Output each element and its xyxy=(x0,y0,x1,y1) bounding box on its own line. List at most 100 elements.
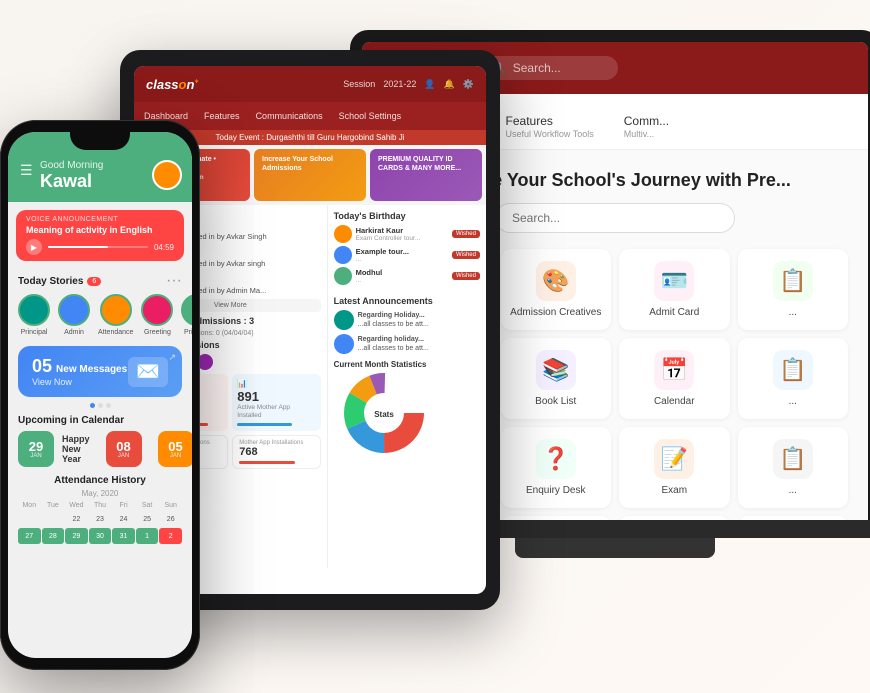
year-label: 2021-22 xyxy=(383,79,416,89)
feature-book-list[interactable]: 📚 Book List xyxy=(501,338,612,419)
stories-more[interactable]: ··· xyxy=(166,273,182,289)
birthday-name-3: Modhul xyxy=(356,268,448,277)
story-av-4 xyxy=(141,294,173,326)
birthday-name-1: Harkirat Kaur xyxy=(356,226,448,235)
exam-icon: 📝 xyxy=(654,439,694,479)
feature-admit-card[interactable]: 🪪 Admit Card xyxy=(619,249,730,330)
wish-btn-2[interactable]: Wished xyxy=(452,251,480,259)
announce-text-2: Regarding holiday... ...all classes to b… xyxy=(358,335,429,353)
event-badge-2: 08 Jan xyxy=(106,431,142,467)
tab-nav-features[interactable]: Features xyxy=(204,111,240,121)
banner-2-inner: Increase Your School Admissions xyxy=(254,149,366,179)
feature-admission[interactable]: 🎨 Admission Creatives xyxy=(501,249,612,330)
wish-btn-3[interactable]: Wished xyxy=(452,272,480,280)
nav-comm[interactable]: Comm... Multiv... xyxy=(624,106,669,149)
story-1[interactable]: Principal xyxy=(18,294,50,336)
cell-26: 26 xyxy=(159,511,182,527)
announcements-title: Latest Announcements xyxy=(334,296,480,306)
announce-title-2: Regarding holiday... xyxy=(358,335,429,344)
feature-datesheet[interactable]: 📊 Datesheet xyxy=(501,516,612,520)
svg-text:Stats: Stats xyxy=(374,410,394,419)
cell-2: 2 xyxy=(159,528,182,544)
birthday-av-3 xyxy=(334,267,352,285)
messages-card[interactable]: 05 New Messages View Now ✉️ ↗ xyxy=(18,346,182,397)
feature-enquiry[interactable]: ❓ Enquiry Desk xyxy=(501,427,612,508)
story-av-1 xyxy=(18,294,50,326)
stat-label-2: Active Mother App Installed xyxy=(237,404,315,420)
nav-features[interactable]: Features Useful Workflow Tools xyxy=(506,106,594,149)
birthday-info-3: Modhul ... xyxy=(356,268,448,284)
cell-30: 30 xyxy=(89,528,112,544)
messages-count: 05 xyxy=(32,356,52,377)
ann-label: Voice Announcement xyxy=(26,216,174,223)
progress-fill xyxy=(48,246,108,248)
book-list-label: Book List xyxy=(509,396,604,407)
cell-31: 31 xyxy=(112,528,135,544)
story-5[interactable]: Principal xyxy=(181,294,192,336)
day-fri: Fri xyxy=(112,502,135,509)
tablet-header-right: Session 2021-22 👤 🔔 ⚙️ xyxy=(343,79,474,90)
feature-gallery[interactable]: 🖼️ Gallery xyxy=(619,516,730,520)
stories-badge: 6 xyxy=(87,277,101,286)
wish-btn-1[interactable]: Wished xyxy=(452,230,480,238)
story-3[interactable]: Attendance xyxy=(98,294,133,336)
calendar-label: Calendar xyxy=(627,396,722,407)
event-name-1: Happy New Year xyxy=(62,434,90,464)
event-badge-1: 29 Jan xyxy=(18,431,54,467)
upcoming-title: Upcoming in Calendar xyxy=(18,415,182,426)
messages-label: New Messages xyxy=(56,364,127,375)
menu-icon[interactable]: ☰ xyxy=(20,162,33,179)
features-search-input[interactable] xyxy=(495,203,735,233)
birthday-title: Today's Birthday xyxy=(334,211,480,221)
tab-nav-settings[interactable]: School Settings xyxy=(339,111,402,121)
birthday-item-2: Example tour... ... Wished xyxy=(334,246,480,264)
bell-icon[interactable]: 🔔 xyxy=(444,79,455,90)
birthday-item-1: Harkirat Kaur Exam Controller tour... Wi… xyxy=(334,225,480,243)
phone-screen: ☰ Good Morning Kawal Voice Announcement … xyxy=(8,132,192,658)
extra1-label: ... xyxy=(746,307,841,318)
user-icon: 👤 xyxy=(424,79,435,90)
announce-title-1: Regarding Holiday... xyxy=(358,311,429,320)
day-wed: Wed xyxy=(65,502,88,509)
cell-1: 1 xyxy=(136,528,159,544)
spacer xyxy=(334,288,480,296)
pie-chart-title: Current Month Statistics xyxy=(334,360,480,369)
day-sun: Sun xyxy=(159,502,182,509)
banner-3-inner: PREMIUM QUALITY ID CARDS & MANY MORE... xyxy=(370,149,482,179)
feature-calendar[interactable]: 📅 Calendar xyxy=(619,338,730,419)
cell-27: 27 xyxy=(18,528,41,544)
arrow-icon: ↗ xyxy=(168,352,176,363)
birthday-role-3: ... xyxy=(356,277,448,284)
birthday-av-1 xyxy=(334,225,352,243)
book-list-icon: 📚 xyxy=(536,350,576,390)
feature-extra1[interactable]: 📋 ... xyxy=(738,249,849,330)
banner-3-title: PREMIUM QUALITY ID CARDS & MANY MORE... xyxy=(378,155,474,173)
event-month-3: Jan xyxy=(170,453,181,459)
tab-nav-communications[interactable]: Communications xyxy=(256,111,323,121)
story-2[interactable]: Admin xyxy=(58,294,90,336)
cell-empty-2 xyxy=(42,511,65,527)
story-4[interactable]: Greeting xyxy=(141,294,173,336)
phone-avatar[interactable] xyxy=(152,160,182,190)
birthday-item-3: Modhul ... Wished xyxy=(334,267,480,285)
today-stories-section: Today Stories 6 ··· Principal Admin xyxy=(8,269,192,340)
story-av-3 xyxy=(100,294,132,326)
extra3-icon: 📋 xyxy=(773,439,813,479)
feature-extra2[interactable]: 📋 ... xyxy=(738,338,849,419)
play-button[interactable]: ▶ xyxy=(26,239,42,255)
settings-icon[interactable]: ⚙️ xyxy=(463,79,474,90)
feature-exam[interactable]: 📝 Exam xyxy=(619,427,730,508)
birthday-info-2: Example tour... ... xyxy=(356,247,448,263)
feature-extra3[interactable]: 📋 ... xyxy=(738,427,849,508)
attendance-section: Attendance History May, 2020 Mon Tue Wed… xyxy=(8,471,192,548)
story-label-3: Attendance xyxy=(98,329,133,336)
announce-item-2: Regarding holiday... ...all classes to b… xyxy=(334,334,480,354)
mother-installs-label: Mother App Installations xyxy=(239,440,313,446)
stories-title-row: Today Stories 6 xyxy=(18,276,101,287)
messages-view-now[interactable]: View Now xyxy=(32,377,127,387)
nav-comm-label: Comm... xyxy=(624,114,669,128)
day-thu: Thu xyxy=(89,502,112,509)
cell-29: 29 xyxy=(65,528,88,544)
stat-number-2: 891 xyxy=(237,389,315,404)
feature-extra4[interactable]: 📋 ... xyxy=(738,516,849,520)
